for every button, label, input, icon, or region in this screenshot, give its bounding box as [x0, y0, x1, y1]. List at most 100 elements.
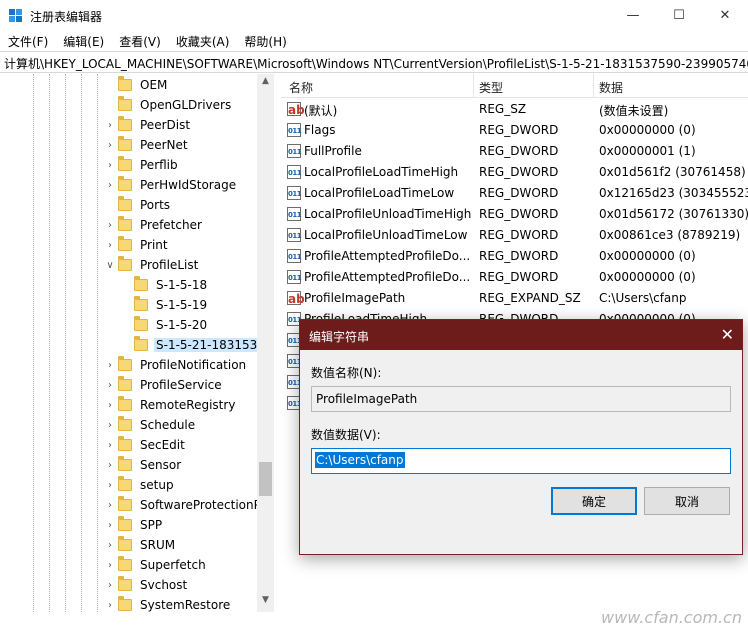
tree-item[interactable]: › SystemRestore [104, 595, 232, 612]
chevron-right-icon[interactable]: › [104, 400, 116, 411]
value-data: 0x00000000 (0) [599, 270, 696, 284]
maximize-button[interactable]: ☐ [656, 0, 702, 31]
tree-item[interactable]: › SecEdit [104, 435, 187, 455]
tree-item[interactable]: › Print [104, 235, 170, 255]
tree-item[interactable]: S-1-5-18 [120, 275, 209, 295]
chevron-right-icon[interactable]: › [104, 240, 116, 251]
tree-item[interactable]: › SRUM [104, 535, 177, 555]
chevron-right-icon[interactable]: › [104, 600, 116, 611]
tree-item-label: ProfileService [140, 378, 222, 392]
value-name: LocalProfileLoadTimeHigh [304, 165, 459, 179]
chevron-right-icon[interactable]: › [104, 580, 116, 591]
tree-item[interactable]: ∨ ProfileList [104, 255, 200, 275]
tree-item[interactable]: S-1-5-20 [120, 315, 209, 335]
tree-item[interactable]: › ProfileNotification [104, 355, 248, 375]
value-row[interactable]: ab (默认) REG_SZ (数值未设置) [281, 99, 748, 120]
tree-guide-line [97, 74, 98, 612]
tree-item-label: Superfetch [140, 558, 206, 572]
value-name: LocalProfileUnloadTimeLow [304, 228, 468, 242]
chevron-right-icon[interactable]: › [104, 120, 116, 131]
edit-string-dialog: 编辑字符串 ✕ 数值名称(N): ProfileImagePath 数值数据(V… [299, 319, 743, 555]
folder-icon [118, 256, 132, 271]
dialog-close-icon[interactable]: ✕ [721, 325, 734, 344]
value-row[interactable]: 011 ProfileAttemptedProfileDo... REG_DWORD… [281, 267, 748, 288]
chevron-right-icon[interactable]: › [104, 160, 116, 171]
tree-item[interactable]: › Perflib [104, 155, 180, 175]
column-name-header[interactable]: 名称 [289, 79, 313, 96]
chevron-right-icon[interactable]: › [104, 520, 116, 531]
value-row[interactable]: 011 LocalProfileUnloadTimeLow REG_DWORD 0x0… [281, 225, 748, 246]
value-row[interactable]: 011 LocalProfileLoadTimeLow REG_DWORD 0x121… [281, 183, 748, 204]
tree-item-label: S-1-5-21-1831537 [154, 338, 267, 352]
column-data-header[interactable]: 数据 [599, 79, 623, 96]
chevron-right-icon[interactable]: › [104, 440, 116, 451]
menu-edit[interactable]: 编辑(E) [55, 31, 111, 51]
value-data: 0x01d56172 (30761330) [599, 207, 748, 221]
value-row[interactable]: 011 LocalProfileUnloadTimeHigh REG_DWORD 0x… [281, 204, 748, 225]
chevron-right-icon[interactable]: › [104, 500, 116, 511]
chevron-right-icon[interactable]: › [104, 140, 116, 151]
menu-file[interactable]: 文件(F) [0, 31, 55, 51]
tree-item-label: Ports [140, 198, 171, 212]
folder-icon [118, 536, 132, 551]
binary-value-icon: 011 [287, 249, 302, 263]
tree-item[interactable]: › Prefetcher [104, 215, 204, 235]
value-row[interactable]: 011 FullProfile REG_DWORD 0x00000001 (1) [281, 141, 748, 162]
scroll-down-arrow-icon[interactable]: ▼ [257, 595, 274, 609]
menu-favorites[interactable]: 收藏夹(A) [168, 31, 237, 51]
cancel-button[interactable]: 取消 [644, 487, 730, 515]
menu-help[interactable]: 帮助(H) [236, 31, 293, 51]
chevron-right-icon[interactable]: › [104, 380, 116, 391]
tree-item-label: Schedule [140, 418, 196, 432]
ok-button[interactable]: 确定 [551, 487, 637, 515]
minimize-button[interactable]: — [610, 0, 656, 31]
tree-guide-line [65, 74, 66, 612]
scroll-up-arrow-icon[interactable]: ▲ [257, 76, 274, 90]
folder-icon [118, 76, 132, 91]
tree-item[interactable]: › PeerDist [104, 115, 192, 135]
tree-item[interactable]: › Schedule [104, 415, 197, 435]
tree-item[interactable]: S-1-5-19 [120, 295, 209, 315]
chevron-right-icon[interactable]: › [104, 420, 116, 431]
address-bar[interactable]: 计算机\HKEY_LOCAL_MACHINE\SOFTWARE\Microsof… [0, 51, 748, 73]
chevron-right-icon[interactable]: › [104, 460, 116, 471]
chevron-right-icon[interactable]: › [104, 220, 116, 231]
tree-scroll-thumb[interactable] [259, 462, 272, 496]
tree-item-label: PerHwIdStorage [140, 178, 237, 192]
value-type: REG_DWORD [479, 270, 559, 284]
menu-view[interactable]: 查看(V) [111, 31, 168, 51]
tree-item[interactable]: S-1-5-21-1831537 [120, 335, 267, 355]
value-row[interactable]: 011 Flags REG_DWORD 0x00000000 (0) [281, 120, 748, 141]
folder-icon [118, 176, 132, 191]
tree-item[interactable]: › ProfileService [104, 375, 224, 395]
tree-item[interactable]: › SoftwareProtectionP [104, 495, 263, 515]
close-window-button[interactable]: ✕ [702, 0, 748, 31]
value-data-label: 数值数据(V): [311, 428, 381, 442]
chevron-right-icon[interactable]: › [104, 540, 116, 551]
value-row[interactable]: 011 ProfileAttemptedProfileDo... REG_DWORD… [281, 246, 748, 267]
tree-item[interactable]: › Superfetch [104, 555, 208, 575]
tree-item[interactable]: › PerHwIdStorage [104, 175, 238, 195]
value-row[interactable]: ab ProfileImagePath REG_EXPAND_SZ C:\Users\… [281, 288, 748, 309]
chevron-right-icon[interactable]: › [104, 480, 116, 491]
tree-item-label: ProfileList [140, 258, 199, 272]
chevron-right-icon[interactable]: › [104, 560, 116, 571]
value-row[interactable]: 011 LocalProfileLoadTimeHigh REG_DWORD 0x01… [281, 162, 748, 183]
tree-item[interactable]: › RemoteRegistry [104, 395, 237, 415]
key-tree[interactable]: OEM OpenGLDrivers › PeerDist › PeerNet › Perfli… [0, 74, 274, 612]
chevron-down-icon[interactable]: ∨ [104, 260, 116, 271]
tree-item[interactable]: › SPP [104, 515, 164, 535]
tree-item[interactable]: Ports [104, 195, 172, 215]
tree-item[interactable]: › PeerNet [104, 135, 190, 155]
chevron-right-icon[interactable]: › [104, 360, 116, 371]
tree-item[interactable]: OEM [104, 75, 169, 95]
tree-item[interactable]: OpenGLDrivers [104, 95, 233, 115]
value-data-input[interactable]: C:\Users\cfanp [311, 448, 731, 474]
chevron-right-icon[interactable]: › [104, 180, 116, 191]
tree-scrollbar[interactable]: ▲ ▼ [257, 74, 274, 612]
tree-item[interactable]: › setup [104, 475, 176, 495]
folder-icon [118, 376, 132, 391]
column-type-header[interactable]: 类型 [479, 79, 503, 96]
tree-item[interactable]: › Svchost [104, 575, 189, 595]
tree-item[interactable]: › Sensor [104, 455, 183, 475]
